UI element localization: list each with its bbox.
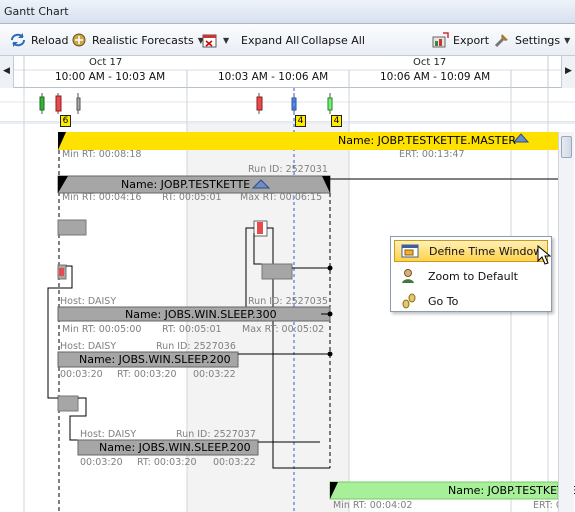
go-to-icon <box>398 292 420 310</box>
reload-label: Reload <box>31 33 69 47</box>
master-min-rt: Min RT: 00:08:18 <box>62 149 142 160</box>
export-button[interactable]: Export <box>431 30 489 50</box>
settings-label: Settings <box>515 33 561 47</box>
reload-icon <box>11 33 25 47</box>
window-titlebar: Gantt Chart <box>0 0 575 24</box>
win200b-host: Host: DAISY <box>80 429 137 440</box>
calendar-filter-icon <box>202 34 217 48</box>
testkette-max-rt: Max RT: 00:06:15 <box>240 192 323 203</box>
export-label: Export <box>453 33 490 47</box>
time-window-icon <box>399 242 421 260</box>
scrollbar-thumb[interactable] <box>561 136 572 158</box>
win200a-rt: RT: 00:03:20 <box>117 369 177 380</box>
win300-rt: RT: 00:05:01 <box>162 324 222 335</box>
testkette2-min-rt: Min RT: 00:04:02 <box>333 500 413 511</box>
marker-badge[interactable]: 4 <box>331 115 342 127</box>
master-bar-label[interactable]: Name: JOBP.TESTKETTE.MASTER <box>338 134 516 147</box>
collapse-all-button[interactable]: Collapse All <box>301 30 365 50</box>
export-icon <box>432 32 449 48</box>
realistic-forecasts-button[interactable]: Realistic Forecasts ▼ <box>70 30 204 50</box>
window-title: Gantt Chart <box>4 5 69 18</box>
win200a-host: Host: DAISY <box>60 341 117 352</box>
menu-item-define-time-window[interactable]: Define Time Window <box>394 240 548 262</box>
toolbar: Reload Realistic Forecasts ▼ ▼ Expand Al… <box>0 24 575 56</box>
win300-max-rt: Max RT: 00:05:02 <box>242 324 325 335</box>
win200a-min-rt: 00:03:20 <box>60 369 103 380</box>
chevron-down-icon: ▼ <box>223 35 230 45</box>
marker-badge[interactable]: 6 <box>60 115 71 127</box>
menu-item-label: Zoom to Default <box>428 269 518 283</box>
testkette-run-id: Run ID: 2527031 <box>248 164 328 175</box>
testkette2-bar-label[interactable]: Name: JOBP.TESTKETTE <box>448 484 575 497</box>
testkette-rt: RT: 00:05:01 <box>162 192 222 203</box>
win200a-bar-label[interactable]: Name: JOBS.WIN.SLEEP.200 <box>79 353 231 366</box>
calendar-filter-button[interactable]: ▼ <box>201 30 229 50</box>
win300-run-id: Run ID: 2527035 <box>248 296 328 307</box>
win300-host: Host: DAISY <box>60 296 117 307</box>
win200b-bar-label[interactable]: Name: JOBS.WIN.SLEEP.200 <box>99 441 251 454</box>
win200a-max-rt: 00:03:22 <box>193 369 236 380</box>
win200b-min-rt: 00:03:20 <box>80 457 123 468</box>
menu-item-label: Define Time Window <box>429 244 543 258</box>
win300-min-rt: Min RT: 00:05:00 <box>62 324 142 335</box>
forecast-icon <box>72 33 86 47</box>
context-menu: Define Time Window Zoom to Default Go To <box>390 236 552 312</box>
expand-all-button[interactable]: Expand All <box>241 30 299 50</box>
win200b-run-id: Run ID: 2527037 <box>176 429 256 440</box>
win300-bar-label[interactable]: Name: JOBS.WIN.SLEEP.300 <box>125 308 277 321</box>
win200a-run-id: Run ID: 2527036 <box>156 341 236 352</box>
win200b-max-rt: 00:03:22 <box>213 457 256 468</box>
testkette-min-rt: Min RT: 00:04:16 <box>62 192 142 203</box>
menu-item-zoom-to-default[interactable]: Zoom to Default <box>394 265 548 287</box>
realistic-forecasts-label: Realistic Forecasts <box>92 33 194 47</box>
reload-button[interactable]: Reload <box>9 30 68 50</box>
timeline-ticks <box>14 56 561 88</box>
mouse-cursor-icon <box>537 245 551 265</box>
master-ert: ERT: 00:13:47 <box>399 149 465 160</box>
timeline-header: ◀ ▶ Oct 17 Oct 17 10:00 AM - 10:03 AM 10… <box>0 56 575 88</box>
vertical-scrollbar[interactable] <box>558 132 574 512</box>
zoom-icon <box>398 267 420 285</box>
expand-all-label: Expand All <box>241 33 300 47</box>
menu-item-label: Go To <box>428 294 459 308</box>
menu-item-go-to[interactable]: Go To <box>394 290 548 312</box>
win200b-rt: RT: 00:03:20 <box>137 457 197 468</box>
collapse-all-label: Collapse All <box>301 33 365 47</box>
settings-button[interactable]: Settings ▼ <box>493 30 570 50</box>
testkette-bar-label[interactable]: Name: JOBP.TESTKETTE <box>121 178 250 191</box>
marker-badge[interactable]: 4 <box>295 115 306 127</box>
settings-icon <box>494 34 508 48</box>
chevron-down-icon: ▼ <box>564 35 571 45</box>
